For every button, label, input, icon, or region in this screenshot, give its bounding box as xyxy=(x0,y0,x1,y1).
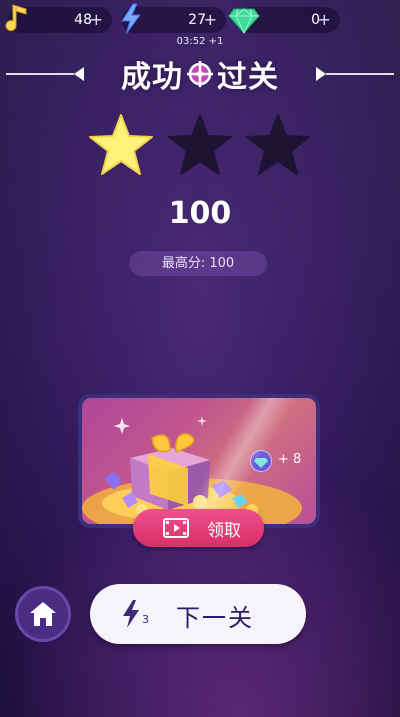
title-text: 成功 过关 xyxy=(0,52,400,96)
next-level-button[interactable]: 3 下一关 xyxy=(90,584,306,644)
music-note-icon xyxy=(5,4,27,32)
title-right: 过关 xyxy=(217,60,279,95)
star-rating xyxy=(0,112,400,182)
resource-bar: 48 + 27 + 0 + xyxy=(0,3,400,35)
video-icon xyxy=(163,518,189,538)
star-empty-icon xyxy=(246,114,310,175)
star-empty-icon xyxy=(168,114,232,175)
claim-label: 领取 xyxy=(207,520,241,541)
energy-cost: 3 xyxy=(142,613,149,626)
title-left: 成功 xyxy=(121,60,183,95)
notes-add-button[interactable]: + xyxy=(90,10,103,29)
score-value: 100 xyxy=(168,196,232,231)
energy-timer: 03:52 +1 xyxy=(176,36,224,47)
energy-add-button[interactable]: + xyxy=(204,10,217,29)
star-earned-icon xyxy=(89,114,153,175)
card-shine xyxy=(82,398,316,524)
home-button[interactable] xyxy=(15,586,71,642)
lightning-icon xyxy=(123,600,139,628)
lightning-icon xyxy=(121,3,141,35)
best-score-badge: 最高分: 100 xyxy=(129,251,267,276)
diamond-icon xyxy=(228,8,260,34)
next-level-label: 下一关 xyxy=(176,604,254,632)
level-complete-title: 成功 过关 xyxy=(0,52,400,96)
claim-button[interactable]: 领取 xyxy=(133,509,264,547)
crosshair-icon xyxy=(187,61,213,87)
reward-card[interactable]: + 8 xyxy=(78,394,320,528)
home-icon xyxy=(30,602,56,626)
reward-image: + 8 xyxy=(82,398,316,524)
gems-add-button[interactable]: + xyxy=(318,10,331,29)
